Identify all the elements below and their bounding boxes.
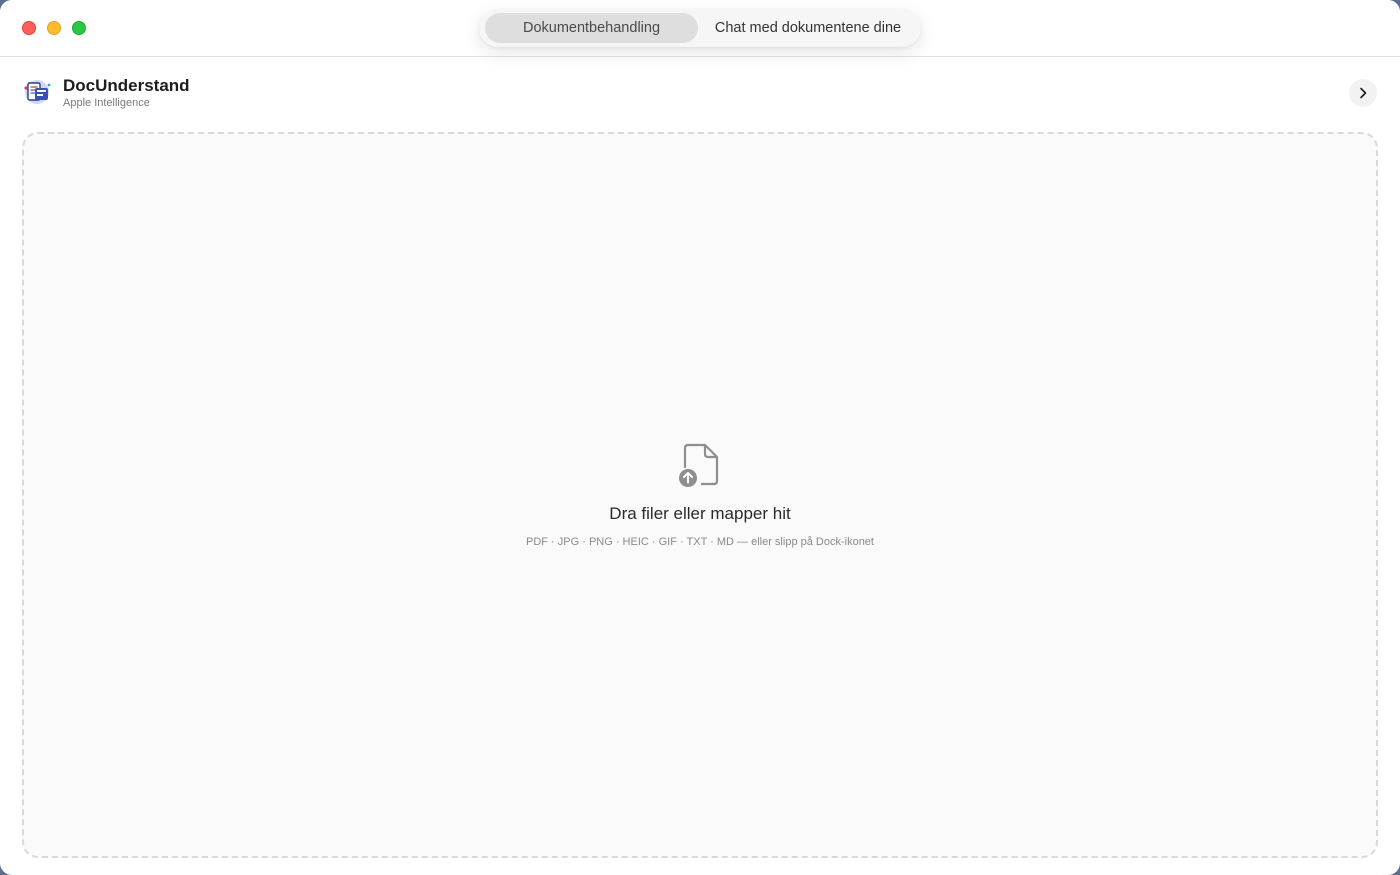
file-drop-zone[interactable]: Dra filer eller mapper hit PDF · JPG · P… (22, 132, 1378, 858)
zoom-window-button[interactable] (72, 21, 86, 35)
app-window: Dokumentbehandling Chat med dokumentene … (0, 0, 1400, 875)
close-window-button[interactable] (22, 21, 36, 35)
app-header: DocUnderstand Apple Intelligence (0, 57, 1400, 127)
mode-segmented-control: Dokumentbehandling Chat med dokumentene … (479, 9, 921, 47)
app-logo-icon (24, 80, 51, 104)
drop-zone-subtitle: PDF · JPG · PNG · HEIC · GIF · TXT · MD … (526, 536, 874, 548)
tab-chat-with-documents[interactable]: Chat med dokumentene dine (701, 13, 915, 43)
chevron-right-icon (1360, 87, 1367, 99)
expand-panel-button[interactable] (1349, 79, 1377, 107)
app-name: DocUnderstand (63, 76, 190, 95)
tab-document-processing[interactable]: Dokumentbehandling (485, 13, 698, 43)
title-bar: Dokumentbehandling Chat med dokumentene … (0, 0, 1400, 57)
document-upload-icon (679, 443, 719, 487)
minimize-window-button[interactable] (47, 21, 61, 35)
drop-zone-title: Dra filer eller mapper hit (609, 504, 791, 523)
app-subtitle: Apple Intelligence (63, 97, 150, 109)
